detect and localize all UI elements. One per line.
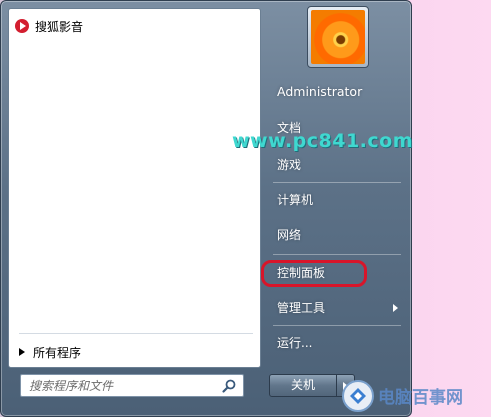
flower-picture <box>311 10 365 64</box>
program-item-sohu-video[interactable]: 搜狐影音 <box>15 15 255 37</box>
site-logo-text: 电脑百事网 <box>378 387 463 408</box>
program-label: 搜狐影音 <box>35 19 84 34</box>
start-menu: 搜狐影音 所有程序 Administrator 文档 游戏 计算机 网络 控制面… <box>0 0 412 417</box>
highlight-ring <box>261 260 367 287</box>
watermark-text: www.pc841.com <box>232 130 414 152</box>
shutdown-button[interactable]: 关机 <box>269 374 337 397</box>
right-divider <box>273 254 401 255</box>
right-divider <box>273 325 401 326</box>
admin-tools-link[interactable]: 管理工具 <box>277 297 325 319</box>
site-logo: 电脑百事网 <box>342 380 463 412</box>
sohu-video-icon <box>15 19 29 33</box>
search-icon[interactable] <box>221 378 237 394</box>
search-input[interactable] <box>29 376 219 395</box>
user-name-link[interactable]: Administrator <box>277 81 362 103</box>
run-link[interactable]: 运行... <box>277 332 312 354</box>
programs-divider <box>19 333 253 334</box>
all-programs-label: 所有程序 <box>33 345 82 360</box>
computer-link[interactable]: 计算机 <box>277 189 313 211</box>
triangle-right-icon <box>19 348 25 356</box>
user-avatar[interactable] <box>307 6 369 68</box>
network-link[interactable]: 网络 <box>277 224 301 246</box>
search-box[interactable] <box>20 374 244 397</box>
submenu-arrow-icon <box>393 304 398 312</box>
right-divider <box>273 182 401 183</box>
games-link[interactable]: 游戏 <box>277 154 301 176</box>
programs-pane: 搜狐影音 所有程序 <box>8 8 261 368</box>
all-programs-button[interactable]: 所有程序 <box>19 341 249 363</box>
